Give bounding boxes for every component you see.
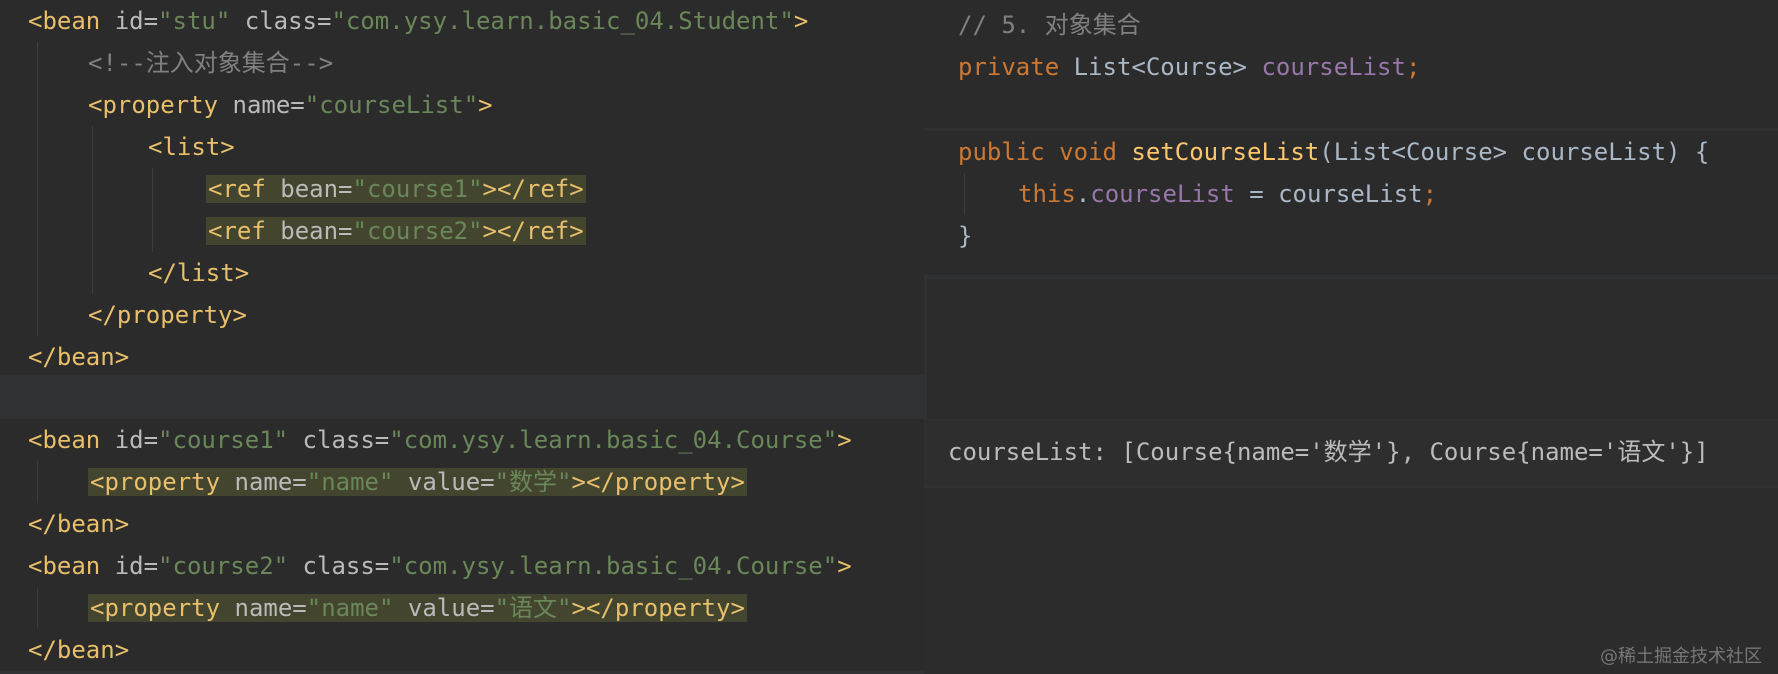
java-setter-panel: public void setCourseList(List<Course> c… bbox=[924, 131, 1778, 275]
code-line-bean-course2-open: <bean id="course2" class="com.ysy.learn.… bbox=[28, 552, 852, 580]
xml-course-beans-panel: <bean id="course1" class="com.ysy.learn.… bbox=[0, 419, 924, 671]
code-line-comment: <!--注入对象集合--> bbox=[88, 49, 334, 77]
java-field-panel: // 5. 对象集合 private List<Course> courseLi… bbox=[924, 0, 1778, 128]
indent-guide bbox=[37, 461, 38, 503]
indent-guide bbox=[37, 587, 38, 629]
highlighted-ref: <ref bean="course2"></ref> bbox=[206, 217, 586, 245]
code-line-course2-property: <property name="name" value="语文"></prope… bbox=[88, 587, 747, 629]
indent-guide bbox=[152, 168, 153, 252]
code-line-ref-course1: <ref bean="course1"></ref> bbox=[206, 168, 586, 210]
code-line-property-open: <property name="courseList"> bbox=[88, 91, 493, 119]
code-line-course1-close: </bean> bbox=[28, 510, 130, 538]
code-line-ref-course2: <ref bean="course2"></ref> bbox=[206, 210, 586, 252]
code-line-property-close: </property> bbox=[88, 301, 247, 329]
code-line-setter-close: } bbox=[958, 222, 973, 250]
code-line-course1-property: <property name="name" value="数学"></prope… bbox=[88, 461, 747, 503]
blank-panel bbox=[927, 279, 1778, 419]
code-line-bean-course1-open: <bean id="course1" class="com.ysy.learn.… bbox=[28, 426, 852, 454]
console-output-panel: courseList: [Course{name='数学'}, Course{n… bbox=[924, 420, 1778, 485]
code-line-list-close: </list> bbox=[148, 259, 250, 287]
code-line-bean-stu-open: <bean id="stu" class="com.ysy.learn.basi… bbox=[28, 7, 809, 35]
xml-student-bean-panel: <bean id="stu" class="com.ysy.learn.basi… bbox=[0, 0, 924, 375]
code-line-setter-signature: public void setCourseList(List<Course> c… bbox=[958, 138, 1710, 166]
indent-guide bbox=[964, 173, 965, 215]
code-line-java-field: private List<Course> courseList; bbox=[958, 53, 1421, 81]
code-line-list-open: <list> bbox=[148, 133, 235, 161]
indent-guide bbox=[92, 126, 93, 294]
code-line-java-comment: // 5. 对象集合 bbox=[958, 11, 1141, 39]
code-line-setter-body: this.courseList = courseList; bbox=[1018, 180, 1438, 208]
console-output-line: courseList: [Course{name='数学'}, Course{n… bbox=[948, 438, 1709, 466]
indent-guide bbox=[37, 42, 38, 336]
code-line-bean-close: </bean> bbox=[28, 343, 130, 371]
highlighted-property: <property name="name" value="数学"></prope… bbox=[88, 468, 747, 496]
highlighted-ref: <ref bean="course1"></ref> bbox=[206, 175, 586, 203]
watermark: @稀土掘金技术社区 bbox=[1600, 646, 1762, 667]
highlighted-property: <property name="name" value="语文"></prope… bbox=[88, 594, 747, 622]
code-line-course2-close: </bean> bbox=[28, 636, 130, 664]
